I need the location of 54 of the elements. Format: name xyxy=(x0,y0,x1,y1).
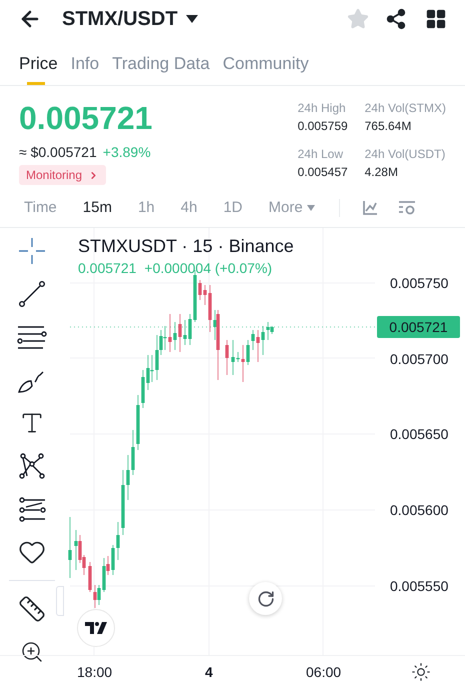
chart-title: STMXUSDT · 15 · Binance xyxy=(78,235,294,258)
star-icon[interactable] xyxy=(347,8,369,30)
price-axis-label: 0.005700 xyxy=(390,350,448,367)
stat-value: 765.64M xyxy=(364,118,412,135)
stat-label: 24h Vol(STMX) xyxy=(364,100,446,117)
time-axis-label: 06:00 xyxy=(306,664,342,680)
settings-icon[interactable] xyxy=(411,662,431,682)
stat-value: 0.005759 xyxy=(298,118,349,135)
chart-settings-icon[interactable] xyxy=(398,200,416,216)
current-price-tag: 0.005721 xyxy=(377,316,460,338)
time-axis-label: 4 xyxy=(205,664,213,680)
reset-icon xyxy=(256,590,274,608)
logo-icon xyxy=(85,622,107,634)
interval-tab[interactable]: 15m xyxy=(82,196,112,220)
trend-line-icon[interactable] xyxy=(17,279,47,309)
stat-value: 0.005457 xyxy=(298,164,349,181)
pattern-icon[interactable] xyxy=(17,451,47,481)
crosshair-icon[interactable] xyxy=(17,236,47,266)
caret-icon xyxy=(306,205,315,211)
collapse-handle[interactable] xyxy=(56,586,64,616)
tradingview-logo[interactable] xyxy=(77,609,115,647)
interval-tab[interactable]: 1D xyxy=(223,196,243,220)
candle xyxy=(68,516,72,578)
chart-last-price: 0.005721 xyxy=(78,259,136,278)
monitoring-badge[interactable]: Monitoring xyxy=(19,165,106,185)
time-axis-label: 18:00 xyxy=(77,664,112,680)
interval-tab[interactable]: 4h xyxy=(180,196,198,220)
candle xyxy=(225,340,229,376)
tab[interactable]: Info xyxy=(70,50,100,85)
price-axis-label: 0.005650 xyxy=(390,426,448,442)
stat-label: 24h Vol(USDT) xyxy=(364,146,446,163)
stat-label: 24h Low xyxy=(298,146,344,163)
price-axis-label: 0.005550 xyxy=(390,578,448,594)
grid-icon[interactable] xyxy=(425,8,447,30)
indicator-icon[interactable] xyxy=(362,200,378,216)
pair-title[interactable]: STMX/USDT xyxy=(62,4,178,34)
more-menu[interactable]: More xyxy=(268,196,315,220)
price-change: +3.89% xyxy=(102,143,151,162)
share-icon[interactable] xyxy=(385,8,407,30)
price-axis-label: 0.005600 xyxy=(390,502,448,518)
tab[interactable]: Community xyxy=(222,50,309,85)
last-price: 0.005721 xyxy=(19,99,154,137)
caret-icon[interactable] xyxy=(186,14,198,22)
tab[interactable]: Trading Data xyxy=(112,50,210,85)
interval-tab[interactable]: 1h xyxy=(138,196,155,220)
stat-value: 4.28M xyxy=(364,164,399,181)
interval-tab[interactable]: Time xyxy=(24,196,57,220)
reset-button[interactable] xyxy=(249,582,282,615)
fiat-price: ≈ $0.005721 xyxy=(19,143,97,162)
tab[interactable]: Price xyxy=(19,50,58,85)
price-axis-label: 0.005750 xyxy=(390,275,448,291)
ruler-icon[interactable] xyxy=(17,594,47,624)
stat-label: 24h High xyxy=(298,100,347,117)
chart-change: +0.000004 (+0.07%) xyxy=(144,259,272,278)
